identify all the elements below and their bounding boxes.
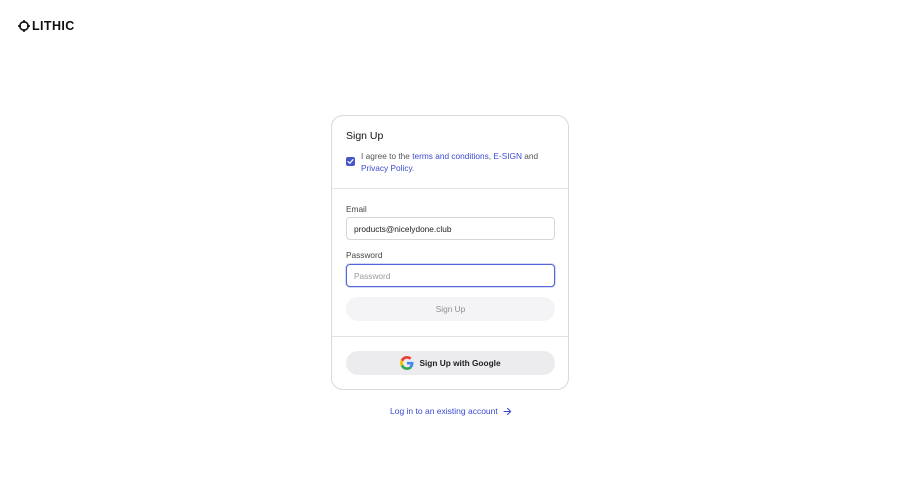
password-label: Password (346, 250, 383, 260)
arrow-right-icon (503, 407, 511, 415)
google-sign-up-button[interactable]: Sign Up with Google (346, 351, 555, 375)
divider (332, 336, 568, 337)
sign-up-button[interactable]: Sign Up (346, 297, 555, 321)
email-label: Email (346, 204, 367, 214)
agree-suffix: . (412, 162, 415, 173)
google-sign-up-label: Sign Up with Google (419, 358, 501, 368)
signup-card: Sign Up I agree to the terms and conditi… (331, 115, 569, 390)
agree-checkbox[interactable] (346, 157, 355, 166)
email-field[interactable] (346, 217, 555, 240)
divider (332, 188, 568, 189)
sign-up-button-label: Sign Up (435, 304, 466, 314)
brand-logo[interactable]: LITHIC (18, 19, 75, 33)
agree-row: I agree to the terms and conditions, E-S… (346, 151, 551, 174)
agree-prefix: I agree to the (361, 151, 413, 161)
google-icon (400, 356, 414, 370)
login-link[interactable]: Log in to an existing account (390, 406, 512, 416)
signup-title: Sign Up (346, 130, 384, 142)
agree-and: and (521, 151, 539, 161)
check-icon (347, 159, 354, 164)
lithic-ring-icon (18, 20, 30, 32)
password-field[interactable] (346, 264, 555, 287)
privacy-link[interactable]: Privacy Policy (361, 163, 412, 173)
agree-text: I agree to the terms and conditions, E-S… (361, 151, 551, 174)
brand-name: LITHIC (32, 19, 75, 33)
login-link-label: Log in to an existing account (390, 406, 498, 416)
esign-link[interactable]: E-SIGN (493, 151, 522, 161)
terms-link[interactable]: terms and conditions (412, 151, 489, 161)
